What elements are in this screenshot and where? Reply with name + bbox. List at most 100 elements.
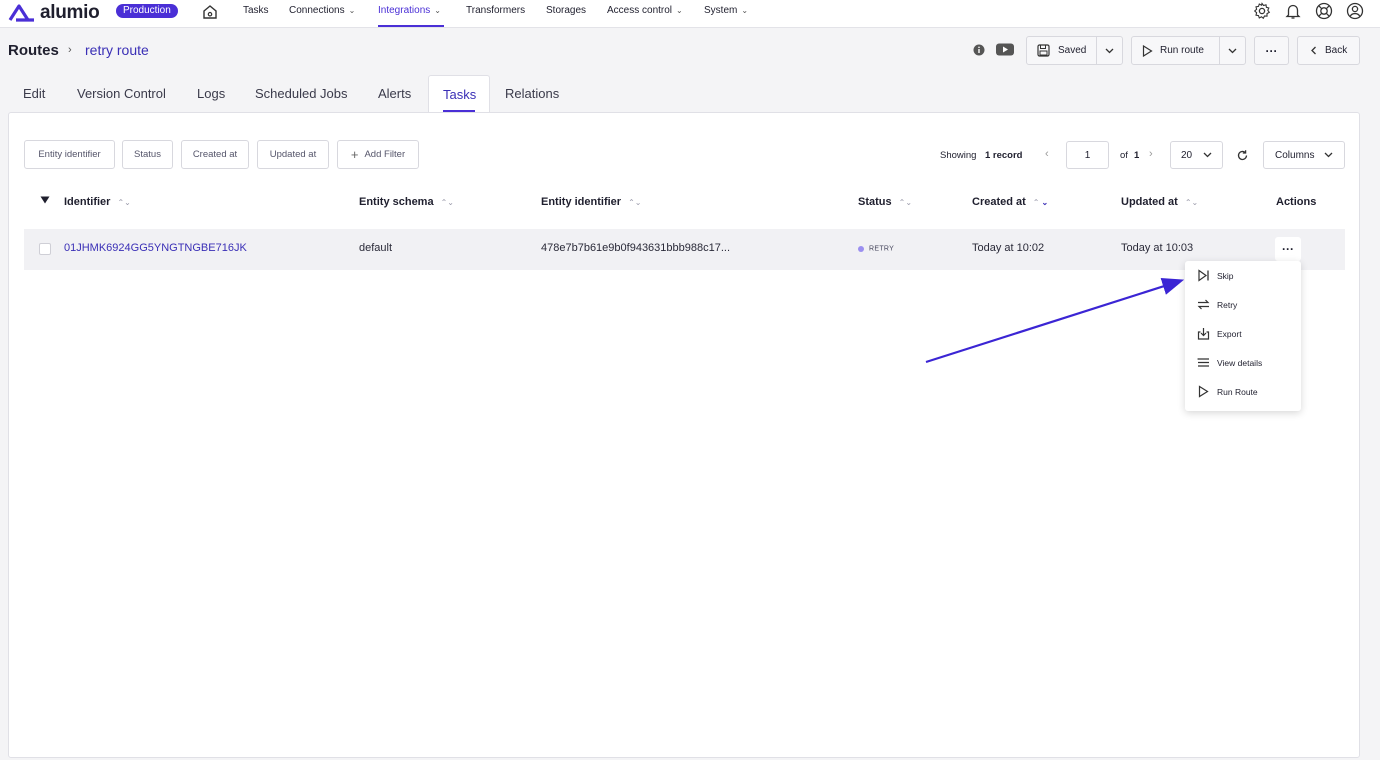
status-dot-icon <box>858 246 864 253</box>
chevron-left-icon <box>1311 46 1316 55</box>
youtube-icon[interactable] <box>996 43 1014 61</box>
page-number-input[interactable]: 1 <box>1066 141 1109 169</box>
bell-icon[interactable] <box>1284 2 1302 20</box>
breadcrumb-current-route: retry route <box>85 42 149 58</box>
retry-icon <box>1197 299 1210 310</box>
column-header-status[interactable]: Status ⌃⌄ <box>858 196 912 208</box>
row-updated-at: Today at 10:03 <box>1121 242 1194 254</box>
nav-system[interactable]: System ⌄ <box>704 0 748 27</box>
breadcrumb-routes[interactable]: Routes <box>8 42 59 59</box>
chevron-down-icon: ⌄ <box>676 6 683 15</box>
column-header-identifier[interactable]: Identifier ⌃⌄ <box>64 196 131 208</box>
refresh-icon[interactable] <box>1236 149 1249 167</box>
saved-label: Saved <box>1058 45 1087 56</box>
of-label: of <box>1120 150 1128 161</box>
tab-relations[interactable]: Relations <box>505 75 559 112</box>
more-options-button[interactable]: ··· <box>1254 36 1289 65</box>
menu-item-retry[interactable]: Retry <box>1185 290 1301 319</box>
user-account-icon[interactable] <box>1346 2 1364 20</box>
record-count: 1 record <box>985 150 1023 161</box>
status-badge: RETRY <box>858 243 894 255</box>
sort-arrows-icon[interactable]: ⌃⌄ <box>1033 198 1048 207</box>
nav-connections-label: Connections <box>289 5 345 16</box>
row-identifier-link[interactable]: 01JHMK6924GG5YNGTNGBE716JK <box>64 242 247 254</box>
nav-transformers[interactable]: Transformers <box>466 0 525 27</box>
run-dropdown-chevron-icon[interactable] <box>1218 37 1246 64</box>
page-size-select[interactable]: 20 <box>1170 141 1223 169</box>
showing-label: Showing <box>940 150 977 161</box>
tab-logs[interactable]: Logs <box>197 75 225 112</box>
tab-edit[interactable]: Edit <box>23 75 45 112</box>
filter-status[interactable]: Status <box>122 140 173 169</box>
nav-connections[interactable]: Connections ⌄ <box>289 0 355 27</box>
row-actions-menu: Skip Retry Export View details Run Route <box>1185 261 1301 411</box>
alumio-logo[interactable]: alumio <box>8 2 100 24</box>
nav-access-control[interactable]: Access control ⌄ <box>607 0 683 27</box>
row-created-at: Today at 10:02 <box>972 242 1045 254</box>
export-icon <box>1197 328 1210 340</box>
info-icon[interactable] <box>973 43 985 61</box>
more-horizontal-icon: ··· <box>1265 43 1278 58</box>
home-icon[interactable] <box>201 3 219 21</box>
column-header-entity-identifier[interactable]: Entity identifier ⌃⌄ <box>541 196 641 208</box>
row-actions-button[interactable]: ··· <box>1275 237 1301 261</box>
skip-icon <box>1198 269 1209 282</box>
menu-item-run-route[interactable]: Run Route <box>1185 377 1301 406</box>
filter-updated-at[interactable]: Updated at <box>257 140 329 169</box>
filter-created-at[interactable]: Created at <box>181 140 249 169</box>
row-checkbox[interactable] <box>39 243 51 255</box>
page-header: Routes › retry route Saved Run route ···… <box>0 29 1380 73</box>
nav-system-label: System <box>704 5 738 16</box>
back-label: Back <box>1325 45 1348 56</box>
tab-scheduled-jobs[interactable]: Scheduled Jobs <box>255 75 348 112</box>
play-icon <box>1198 385 1209 398</box>
saved-button[interactable]: Saved <box>1027 44 1096 57</box>
tab-version-control[interactable]: Version Control <box>77 75 166 112</box>
back-button[interactable]: Back <box>1297 36 1360 65</box>
sort-arrows-icon[interactable]: ⌃⌄ <box>899 198 912 207</box>
menu-skip-label: Skip <box>1217 270 1234 281</box>
next-page-chevron-icon[interactable]: › <box>1149 148 1153 160</box>
run-route-button-group: Run route <box>1131 36 1246 65</box>
tab-relations-label: Relations <box>505 86 560 101</box>
sort-arrows-icon[interactable]: ⌃⌄ <box>441 198 454 207</box>
entity-schema-header-label: Entity schema <box>359 196 434 208</box>
more-horizontal-icon: ··· <box>1282 242 1294 256</box>
plus-icon: + <box>350 147 359 162</box>
select-all-toggle-icon[interactable] <box>40 196 50 204</box>
nav-storages[interactable]: Storages <box>546 0 586 27</box>
support-icon[interactable] <box>1315 2 1333 20</box>
saved-dropdown-chevron-icon[interactable] <box>1095 37 1122 64</box>
sort-arrows-icon[interactable]: ⌃⌄ <box>1185 198 1198 207</box>
filter-entity-identifier[interactable]: Entity identifier <box>24 140 115 169</box>
menu-export-label: Export <box>1217 328 1242 339</box>
table-row[interactable]: 01JHMK6924GG5YNGTNGBE716JK default 478e7… <box>24 229 1345 270</box>
run-route-button[interactable]: Run route <box>1132 44 1219 57</box>
environment-badge[interactable]: Production <box>116 4 178 18</box>
nav-storages-label: Storages <box>546 5 587 16</box>
menu-item-view-details[interactable]: View details <box>1185 348 1301 377</box>
tab-alerts[interactable]: Alerts <box>378 75 411 112</box>
list-icon <box>1197 358 1209 367</box>
nav-integrations[interactable]: Integrations ⌄ <box>378 0 444 27</box>
identifier-header-label: Identifier <box>64 196 111 208</box>
nav-integrations-label: Integrations <box>378 5 431 16</box>
menu-item-skip[interactable]: Skip <box>1185 261 1301 290</box>
sort-arrows-icon[interactable]: ⌃⌄ <box>117 198 130 207</box>
tab-tasks[interactable]: Tasks <box>428 75 490 113</box>
column-header-entity-schema[interactable]: Entity schema ⌃⌄ <box>359 196 454 208</box>
add-filter-button[interactable]: + Add Filter <box>337 140 419 169</box>
tab-logs-label: Logs <box>197 86 226 101</box>
settings-icon[interactable] <box>1253 2 1271 20</box>
column-header-updated-at[interactable]: Updated at ⌃⌄ <box>1121 196 1198 208</box>
menu-retry-label: Retry <box>1217 299 1238 310</box>
columns-select[interactable]: Columns <box>1263 141 1345 169</box>
column-header-created-at[interactable]: Created at ⌃ ⌄ <box>972 196 1048 208</box>
menu-item-export[interactable]: Export <box>1185 319 1301 348</box>
top-right-icons <box>1253 2 1364 20</box>
run-route-label: Run route <box>1160 45 1204 56</box>
sort-arrows-icon[interactable]: ⌃⌄ <box>628 198 641 207</box>
nav-tasks[interactable]: Tasks <box>243 0 269 27</box>
save-disk-icon <box>1037 44 1050 57</box>
prev-page-chevron-icon[interactable]: ‹ <box>1045 148 1049 160</box>
